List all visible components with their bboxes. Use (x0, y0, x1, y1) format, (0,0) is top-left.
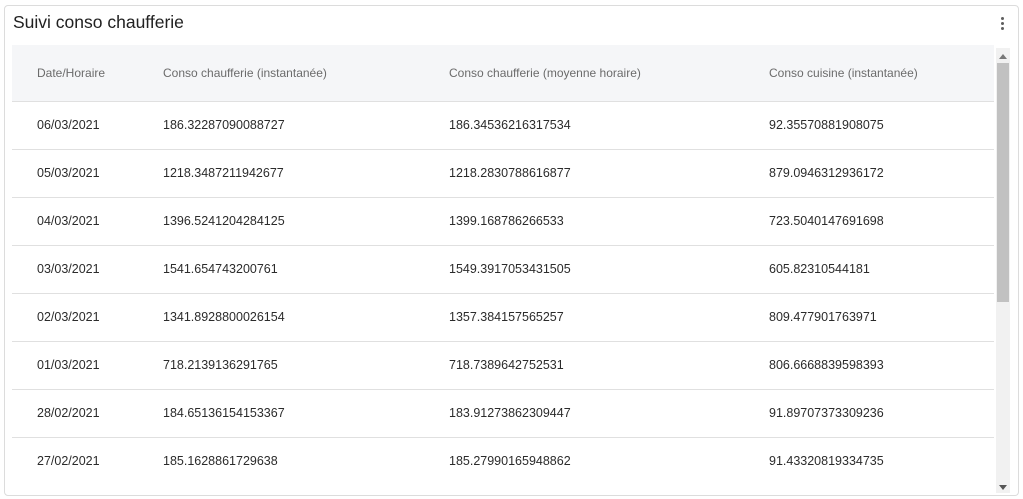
cell-conso-cuisine-instantanee: 91.43320819334735 (769, 437, 994, 485)
menu-dot (1000, 26, 1004, 30)
cell-date: 06/03/2021 (12, 101, 163, 150)
cell-date: 03/03/2021 (12, 245, 163, 294)
data-table-container: Date/Horaire Conso chaufferie (instantan… (12, 45, 994, 485)
cell-date: 01/03/2021 (12, 341, 163, 390)
table-row[interactable]: 05/03/2021 1218.3487211942677 1218.2830788… (12, 149, 994, 198)
widget-card: Suivi conso chaufferie Date/Horaire Cons… (4, 5, 1019, 496)
cell-conso-chaufferie-moyenne: 1218.2830788616877 (449, 149, 769, 198)
cell-conso-chaufferie-instantanee: 1341.8928800026154 (163, 293, 449, 342)
vertical-scrollbar[interactable] (996, 48, 1010, 493)
cell-conso-chaufferie-moyenne: 1549.3917053431505 (449, 245, 769, 294)
cell-conso-chaufferie-moyenne: 186.34536216317534 (449, 101, 769, 150)
table-body: 06/03/2021 186.32287090088727 186.34536216… (12, 101, 994, 485)
menu-dot (1000, 21, 1004, 25)
cell-conso-cuisine-instantanee: 879.0946312936172 (769, 149, 994, 198)
table-row[interactable]: 28/02/2021 184.65136154153367 183.91273862… (12, 389, 994, 438)
cell-conso-chaufferie-instantanee: 185.1628861729638 (163, 437, 449, 485)
cell-conso-cuisine-instantanee: 92.35570881908075 (769, 101, 994, 150)
table-row[interactable]: 03/03/2021 1541.654743200761 1549.39170534… (12, 245, 994, 294)
cell-date: 27/02/2021 (12, 437, 163, 485)
cell-date: 04/03/2021 (12, 197, 163, 246)
cell-conso-chaufferie-instantanee: 1396.5241204284125 (163, 197, 449, 246)
data-table: Date/Horaire Conso chaufferie (instantan… (12, 45, 994, 485)
cell-conso-cuisine-instantanee: 723.5040147691698 (769, 197, 994, 246)
cell-conso-chaufferie-moyenne: 183.91273862309447 (449, 389, 769, 438)
more-vertical-icon[interactable] (996, 13, 1008, 33)
cell-conso-chaufferie-moyenne: 1399.168786266533 (449, 197, 769, 246)
cell-conso-cuisine-instantanee: 605.82310544181 (769, 245, 994, 294)
column-header-conso-cuisine-instantanee[interactable]: Conso cuisine (instantanée) (769, 45, 994, 102)
cell-conso-chaufferie-instantanee: 186.32287090088727 (163, 101, 449, 150)
scroll-up-arrow-icon[interactable] (999, 54, 1007, 59)
cell-date: 02/03/2021 (12, 293, 163, 342)
scroll-down-arrow-icon[interactable] (999, 485, 1007, 490)
column-header-date[interactable]: Date/Horaire (12, 45, 163, 102)
table-row[interactable]: 27/02/2021 185.1628861729638 185.279901659… (12, 437, 994, 485)
cell-date: 05/03/2021 (12, 149, 163, 198)
table-row[interactable]: 01/03/2021 718.2139136291765 718.738964275… (12, 341, 994, 390)
cell-conso-chaufferie-moyenne: 718.7389642752531 (449, 341, 769, 390)
widget-header: Suivi conso chaufferie (5, 6, 1018, 44)
column-header-conso-chaufferie-moyenne[interactable]: Conso chaufferie (moyenne horaire) (449, 45, 769, 102)
cell-conso-chaufferie-instantanee: 718.2139136291765 (163, 341, 449, 390)
table-row[interactable]: 02/03/2021 1341.8928800026154 1357.3841575… (12, 293, 994, 342)
cell-conso-chaufferie-instantanee: 1218.3487211942677 (163, 149, 449, 198)
cell-conso-cuisine-instantanee: 809.477901763971 (769, 293, 994, 342)
table-row[interactable]: 06/03/2021 186.32287090088727 186.34536216… (12, 101, 994, 150)
cell-date: 28/02/2021 (12, 389, 163, 438)
cell-conso-chaufferie-instantanee: 184.65136154153367 (163, 389, 449, 438)
menu-dot (1000, 16, 1004, 20)
cell-conso-chaufferie-instantanee: 1541.654743200761 (163, 245, 449, 294)
table-header-row: Date/Horaire Conso chaufferie (instantan… (12, 45, 994, 102)
scrollbar-thumb[interactable] (997, 63, 1009, 302)
column-header-conso-chaufferie-instantanee[interactable]: Conso chaufferie (instantanée) (163, 45, 449, 102)
cell-conso-chaufferie-moyenne: 1357.384157565257 (449, 293, 769, 342)
cell-conso-chaufferie-moyenne: 185.27990165948862 (449, 437, 769, 485)
cell-conso-cuisine-instantanee: 91.89707373309236 (769, 389, 994, 438)
cell-conso-cuisine-instantanee: 806.6668839598393 (769, 341, 994, 390)
widget-title: Suivi conso chaufferie (13, 12, 184, 32)
table-row[interactable]: 04/03/2021 1396.5241204284125 1399.1687862… (12, 197, 994, 246)
